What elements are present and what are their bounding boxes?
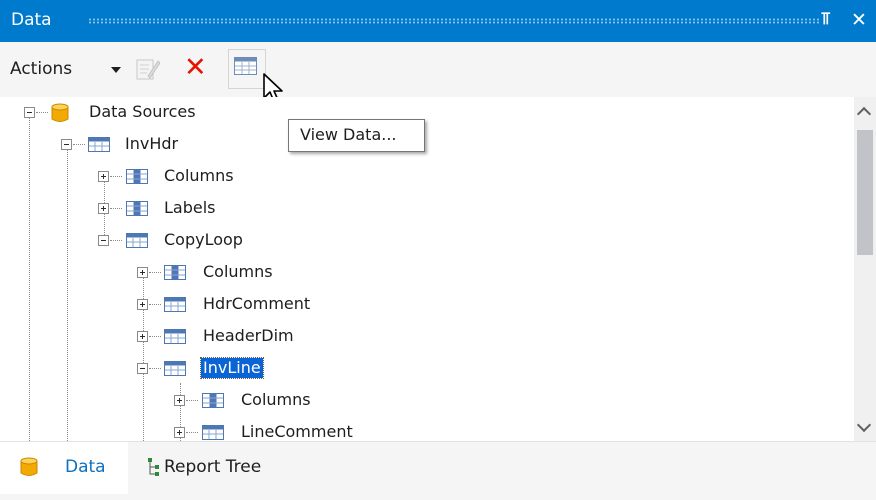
tab-label: Data	[65, 457, 106, 477]
scroll-up-icon[interactable]	[856, 106, 872, 122]
view-data-button[interactable]	[228, 49, 266, 89]
table-icon	[164, 361, 186, 376]
table-icon	[88, 137, 110, 152]
tree-node-label: InvHdr	[125, 134, 179, 153]
tab-bar: Data Report Tree	[0, 441, 876, 500]
columns-icon	[126, 201, 148, 216]
close-icon[interactable]: ✕	[851, 9, 867, 31]
data-panel: Data ⫪ ✕ Actions ✕ Data Sources InvHdr C…	[0, 0, 876, 500]
grid-icon	[234, 57, 257, 75]
tree-node-label: LineComment	[241, 422, 353, 441]
table-icon	[126, 233, 148, 248]
expand-toggle[interactable]	[137, 267, 148, 278]
collapse-toggle[interactable]	[24, 107, 35, 118]
expand-toggle[interactable]	[98, 171, 109, 182]
columns-icon	[164, 265, 186, 280]
vertical-scrollbar[interactable]	[854, 97, 876, 441]
scroll-down-icon[interactable]	[856, 417, 872, 433]
expand-toggle[interactable]	[174, 395, 185, 406]
table-icon	[164, 297, 186, 312]
tree-node-label-selected: InvLine	[200, 357, 264, 379]
database-icon	[20, 457, 38, 476]
tab-data[interactable]: Data	[0, 442, 128, 494]
tree-line	[143, 271, 144, 441]
table-icon	[164, 329, 186, 344]
tab-report-tree[interactable]: Report Tree	[140, 442, 320, 494]
tooltip-text: View Data...	[300, 125, 397, 144]
expand-toggle[interactable]	[137, 299, 148, 310]
table-icon	[202, 425, 224, 440]
collapse-toggle[interactable]	[98, 235, 109, 246]
panel-title: Data	[11, 10, 52, 30]
tree-node-label: HdrComment	[203, 294, 311, 313]
tree-node-label: Columns	[203, 262, 273, 281]
tree-node-label: Labels	[164, 198, 216, 217]
chevron-down-icon[interactable]	[111, 67, 121, 73]
tooltip: View Data...	[288, 119, 425, 152]
tree-node-label: Columns	[164, 166, 234, 185]
toolbar: Actions ✕	[0, 42, 876, 97]
actions-menu[interactable]: Actions	[10, 59, 72, 79]
pin-icon[interactable]: ⫪	[821, 9, 831, 29]
delete-icon[interactable]: ✕	[184, 54, 207, 81]
tree-node-label: Columns	[241, 390, 311, 409]
expand-toggle[interactable]	[98, 203, 109, 214]
collapse-toggle[interactable]	[137, 363, 148, 374]
title-bar[interactable]: Data ⫪ ✕	[0, 0, 876, 42]
drag-grip[interactable]	[88, 18, 820, 24]
tree-node-label: CopyLoop	[164, 230, 243, 249]
expand-toggle[interactable]	[137, 331, 148, 342]
expand-toggle[interactable]	[174, 427, 185, 438]
scroll-thumb[interactable]	[857, 130, 873, 255]
columns-icon	[202, 393, 224, 408]
columns-icon	[126, 169, 148, 184]
data-sources-tree[interactable]: Data Sources InvHdr Columns Labels CopyL…	[0, 97, 854, 441]
tab-label: Report Tree	[164, 457, 262, 477]
collapse-toggle[interactable]	[61, 139, 72, 150]
tree-icon	[148, 458, 159, 476]
database-icon	[51, 103, 69, 122]
tree-node-label: HeaderDim	[203, 326, 294, 345]
tree-line	[29, 110, 30, 441]
tree-line	[67, 143, 68, 441]
edit-icon[interactable]	[136, 56, 160, 82]
tree-node-label: Data Sources	[89, 102, 196, 121]
